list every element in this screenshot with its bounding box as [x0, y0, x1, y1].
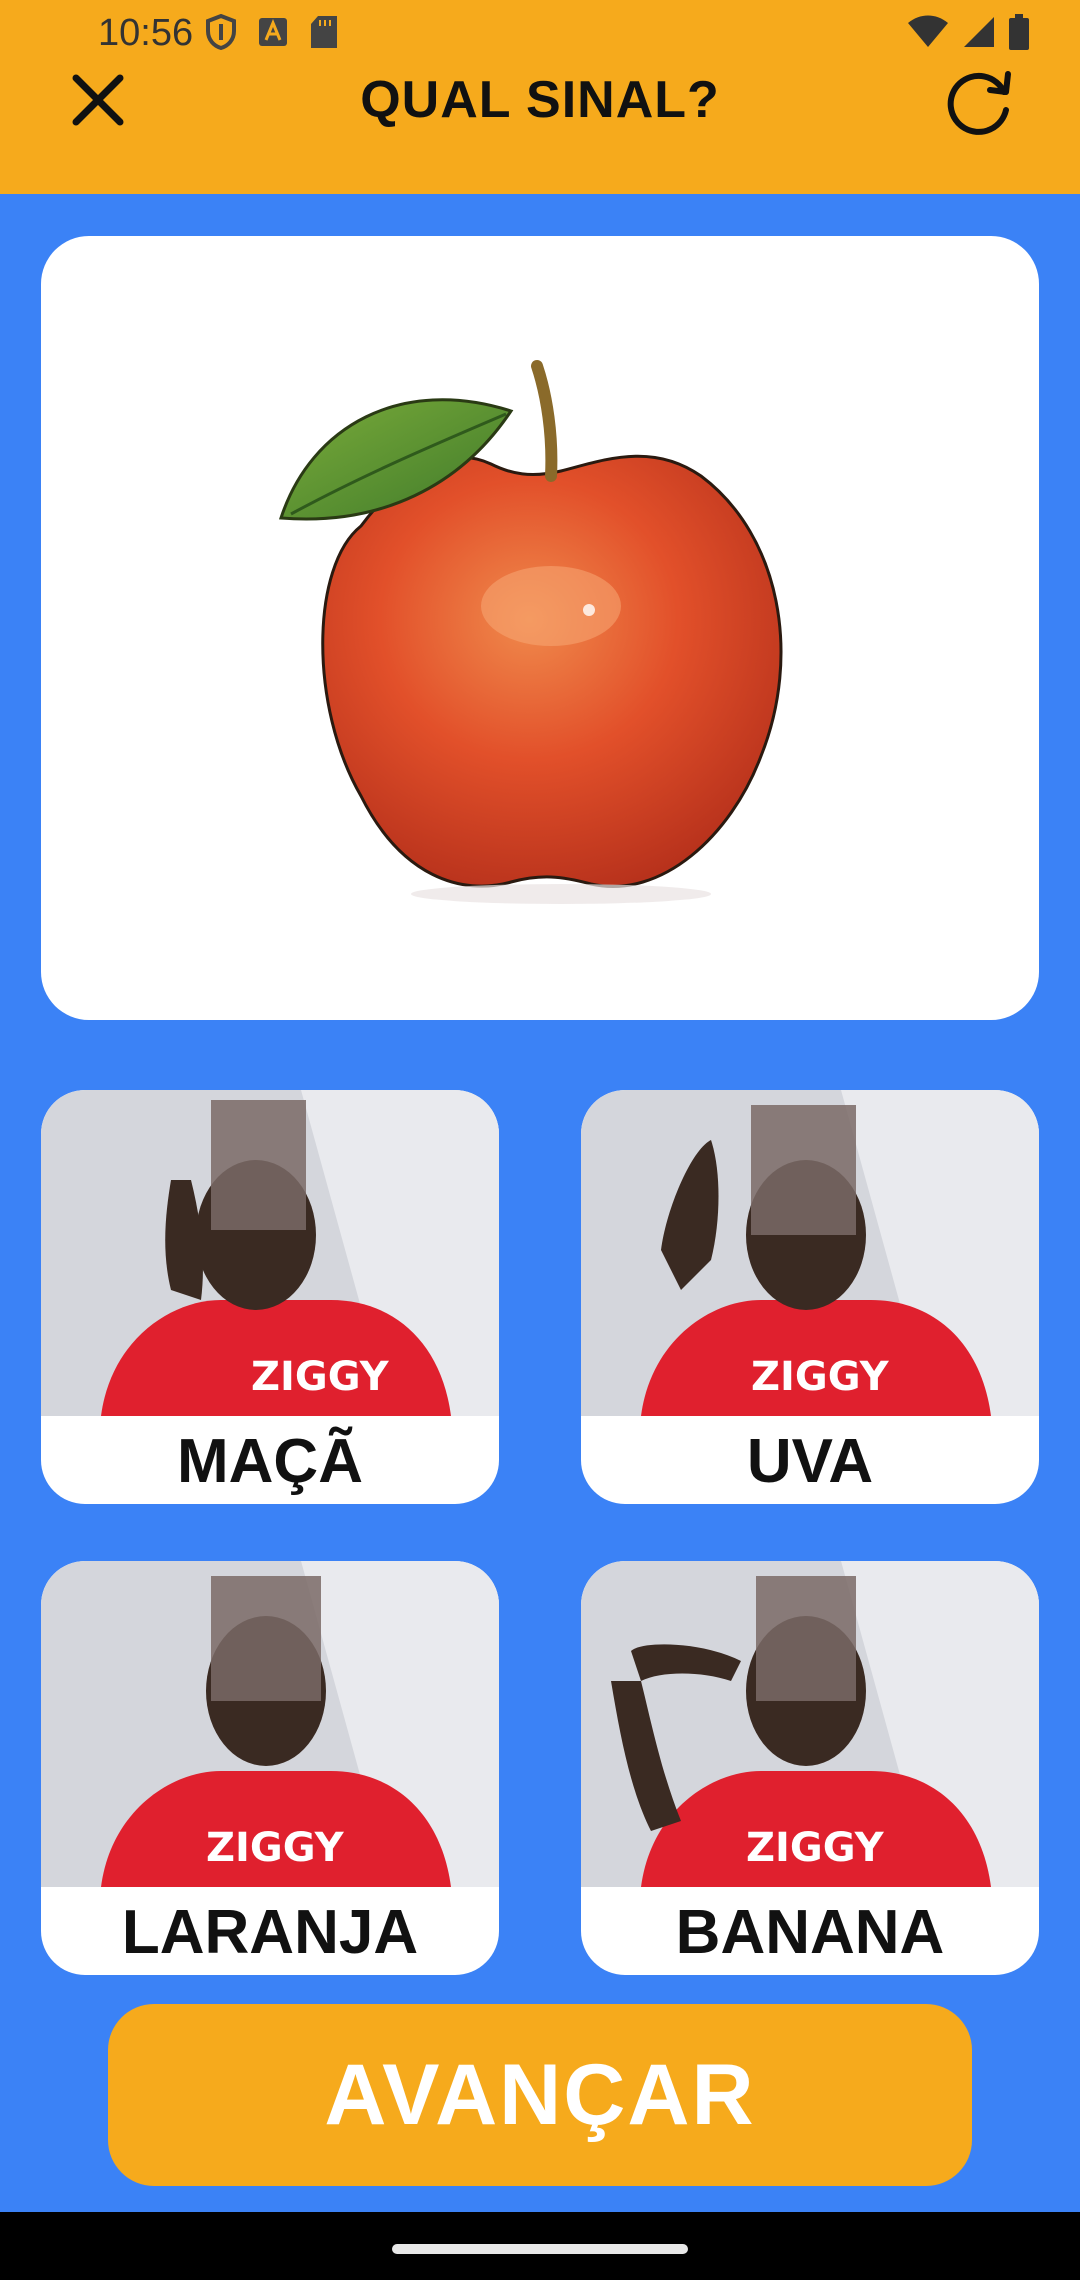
sign-video-thumbnail: ZIGGY	[581, 1561, 1039, 1887]
battery-icon	[1009, 14, 1029, 50]
svg-text:ZIGGY: ZIGGY	[206, 1825, 345, 1871]
option-card-uva[interactable]: ZIGGY UVA	[581, 1090, 1039, 1504]
status-bar: 10:56	[0, 0, 1080, 70]
option-card-banana[interactable]: ZIGGY BANANA	[581, 1561, 1039, 1975]
system-nav-bar	[0, 2212, 1080, 2280]
option-card-laranja[interactable]: ZIGGY LARANJA	[41, 1561, 499, 1975]
option-label: UVA	[746, 1427, 874, 1496]
status-icons-right	[906, 14, 1030, 50]
status-time: 10:56	[98, 12, 194, 54]
sd-card-icon	[311, 16, 337, 48]
prompt-image-card	[41, 236, 1039, 1020]
refresh-icon[interactable]	[940, 62, 1020, 142]
svg-text:ZIGGY: ZIGGY	[746, 1825, 885, 1871]
svg-text:ZIGGY: ZIGGY	[751, 1354, 890, 1400]
option-label: BANANA	[675, 1898, 945, 1967]
sign-video-thumbnail: ZIGGY	[41, 1561, 499, 1887]
top-app-bar: 10:56 QUAL SINAL?	[0, 0, 1080, 194]
svg-text:ZIGGY: ZIGGY	[251, 1354, 390, 1400]
shield-icon	[206, 14, 236, 50]
advance-button[interactable]: AVANÇAR	[108, 2004, 972, 2186]
option-card-maca[interactable]: ZIGGY MAÇÃ	[41, 1090, 499, 1504]
option-label: MAÇÃ	[177, 1427, 363, 1496]
a-badge-icon	[259, 18, 287, 46]
wifi-icon	[908, 15, 948, 47]
sign-video-thumbnail: ZIGGY	[581, 1090, 1039, 1416]
status-icons-left	[206, 14, 338, 50]
home-gesture-handle[interactable]	[392, 2244, 688, 2254]
sign-video-thumbnail: ZIGGY	[41, 1090, 499, 1416]
apple-illustration	[278, 360, 783, 904]
signal-icon	[964, 17, 994, 47]
page-title: QUAL SINAL?	[360, 71, 720, 129]
option-label: LARANJA	[121, 1898, 419, 1967]
